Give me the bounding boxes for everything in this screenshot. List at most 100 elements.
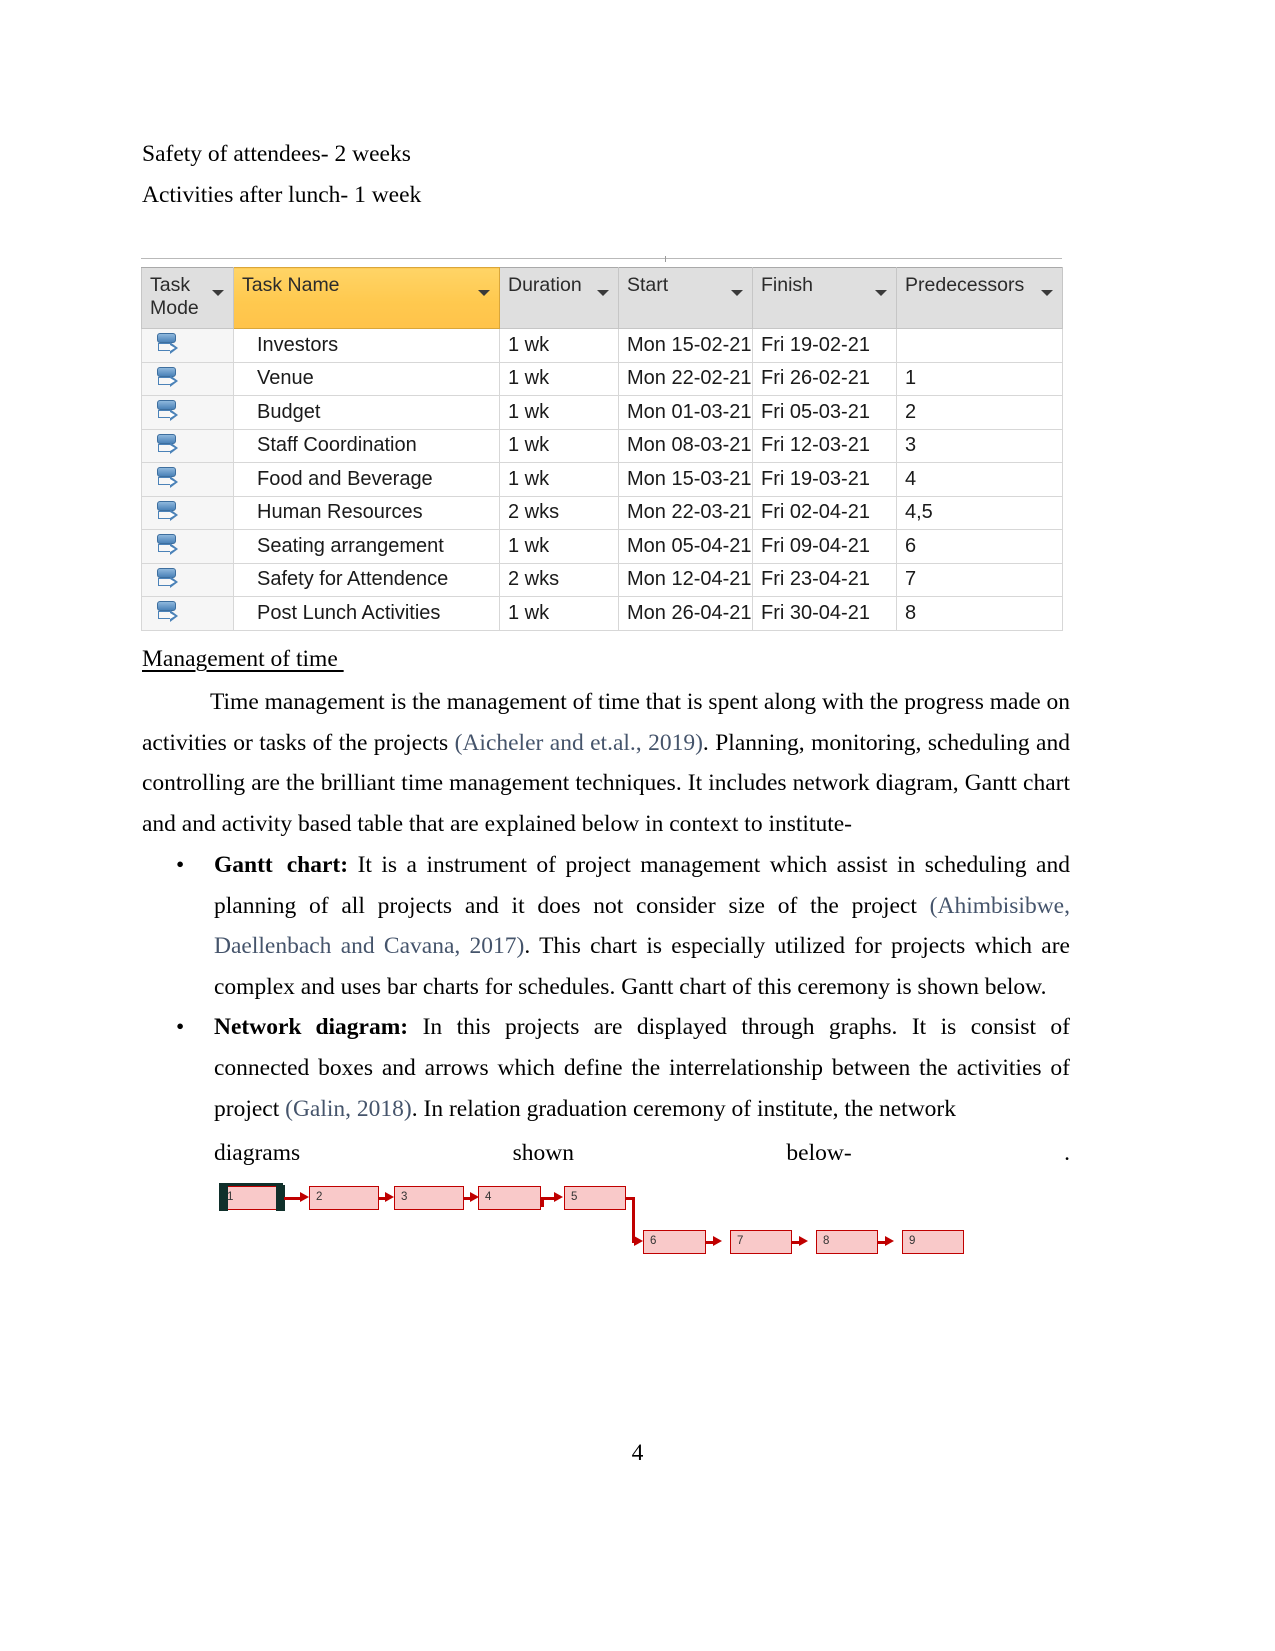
cell-start[interactable]: Mon 01-03-21 [618,395,753,430]
arrowhead-7-8-icon [799,1236,808,1246]
table-row[interactable]: Food and Beverage 1 wk Mon 15-03-21 Fri 19-… [141,462,1063,497]
network-node-6[interactable]: 6 [643,1230,706,1254]
network-node-7[interactable]: 7 [730,1230,792,1254]
cell-task-mode[interactable] [141,395,234,430]
cell-duration[interactable]: 1 wk [499,361,619,396]
cell-start[interactable]: Mon 12-04-21 [618,562,753,597]
cell-task-name[interactable]: Venue [233,361,500,396]
cell-predecessors[interactable]: 1 [896,361,1063,396]
column-header-duration[interactable]: Duration [499,267,619,329]
selection-handle-left-icon[interactable] [219,1185,228,1211]
manually-scheduled-icon[interactable] [155,366,181,392]
cell-task-name[interactable]: Budget [233,395,500,430]
table-row[interactable]: Post Lunch Activities 1 wk Mon 26-04-21 Fri… [141,596,1063,631]
cell-task-name[interactable]: Investors [233,328,500,363]
network-node-4[interactable]: 4 [478,1186,541,1210]
cell-predecessors[interactable] [896,328,1063,363]
cell-predecessors[interactable]: 6 [896,529,1063,564]
manually-scheduled-icon[interactable] [155,332,181,358]
cell-start[interactable]: Mon 26-04-21 [618,596,753,631]
cell-duration[interactable]: 1 wk [499,328,619,363]
filter-arrow-icon[interactable] [731,290,743,296]
cell-duration[interactable]: 2 wks [499,495,619,530]
table-row[interactable]: Budget 1 wk Mon 01-03-21 Fri 05-03-21 2 [141,395,1063,430]
filter-arrow-icon[interactable] [478,290,490,296]
cell-start[interactable]: Mon 05-04-21 [618,529,753,564]
cell-duration[interactable]: 1 wk [499,428,619,463]
filter-arrow-icon[interactable] [597,290,609,296]
cell-duration[interactable]: 1 wk [499,395,619,430]
cell-task-mode[interactable] [141,596,234,631]
table-row[interactable]: Safety for Attendence 2 wks Mon 12-04-21 Fr… [141,562,1063,597]
table-row[interactable]: Investors 1 wk Mon 15-02-21 Fri 19-02-21 [141,328,1063,363]
network-node-8[interactable]: 8 [816,1230,878,1254]
cell-task-mode[interactable] [141,428,234,463]
filter-arrow-icon[interactable] [212,290,224,296]
manually-scheduled-icon[interactable] [155,433,181,459]
cell-predecessors[interactable]: 2 [896,395,1063,430]
column-header-task-name[interactable]: Task Name [233,267,500,329]
network-node-9-label: 9 [909,1235,916,1247]
cell-predecessors[interactable]: 4,5 [896,495,1063,530]
cell-duration[interactable]: 1 wk [499,596,619,631]
manually-scheduled-icon[interactable] [155,600,181,626]
column-header-task-mode[interactable]: Task Mode [141,267,234,329]
cell-duration[interactable]: 2 wks [499,562,619,597]
table-row[interactable]: Human Resources 2 wks Mon 22-03-21 Fri 02-0… [141,495,1063,530]
manually-scheduled-icon[interactable] [155,466,181,492]
cell-finish[interactable]: Fri 30-04-21 [752,596,897,631]
cell-predecessors[interactable]: 7 [896,562,1063,597]
column-header-start[interactable]: Start [618,267,753,329]
manually-scheduled-icon[interactable] [155,533,181,559]
cell-task-name[interactable]: Human Resources [233,495,500,530]
manually-scheduled-icon[interactable] [155,399,181,425]
cell-finish[interactable]: Fri 09-04-21 [752,529,897,564]
manually-scheduled-icon[interactable] [155,500,181,526]
cell-task-mode[interactable] [141,495,234,530]
cell-task-mode[interactable] [141,562,234,597]
manually-scheduled-icon[interactable] [155,567,181,593]
cell-task-name[interactable]: Post Lunch Activities [233,596,500,631]
cell-start[interactable]: Mon 22-03-21 [618,495,753,530]
table-row[interactable]: Venue 1 wk Mon 22-02-21 Fri 26-02-21 1 [141,361,1063,396]
cell-start[interactable]: Mon 15-02-21 [618,328,753,363]
cell-finish[interactable]: Fri 12-03-21 [752,428,897,463]
arrowhead-4-5-icon [554,1192,563,1202]
filter-arrow-icon[interactable] [875,290,887,296]
cell-duration[interactable]: 1 wk [499,462,619,497]
column-header-predecessors[interactable]: Predecessors [896,267,1063,329]
network-node-1[interactable]: 1 [219,1183,285,1211]
filter-arrow-icon[interactable] [1041,290,1053,296]
cell-task-name[interactable]: Food and Beverage [233,462,500,497]
cell-predecessors[interactable]: 4 [896,462,1063,497]
network-node-5[interactable]: 5 [564,1186,626,1210]
cell-start[interactable]: Mon 15-03-21 [618,462,753,497]
cell-task-name[interactable]: Staff Coordination [233,428,500,463]
table-row[interactable]: Staff Coordination 1 wk Mon 08-03-21 Fri 12… [141,428,1063,463]
cell-finish[interactable]: Fri 05-03-21 [752,395,897,430]
network-node-3[interactable]: 3 [394,1186,464,1210]
network-node-2[interactable]: 2 [309,1186,379,1210]
cell-duration[interactable]: 1 wk [499,529,619,564]
network-node-8-label: 8 [823,1235,830,1247]
cell-task-name[interactable]: Seating arrangement [233,529,500,564]
column-header-finish[interactable]: Finish [752,267,897,329]
cell-start[interactable]: Mon 22-02-21 [618,361,753,396]
cell-finish[interactable]: Fri 19-02-21 [752,328,897,363]
cell-finish[interactable]: Fri 26-02-21 [752,361,897,396]
arrowhead-5-6-icon [634,1236,643,1246]
cell-finish[interactable]: Fri 02-04-21 [752,495,897,530]
cell-start[interactable]: Mon 08-03-21 [618,428,753,463]
intro-line-safety: Safety of attendees- 2 weeks [142,141,411,167]
cell-predecessors[interactable]: 3 [896,428,1063,463]
table-row[interactable]: Seating arrangement 1 wk Mon 05-04-21 Fri 0… [141,529,1063,564]
cell-task-mode[interactable] [141,529,234,564]
cell-finish[interactable]: Fri 23-04-21 [752,562,897,597]
cell-task-name[interactable]: Safety for Attendence [233,562,500,597]
network-node-9[interactable]: 9 [902,1230,964,1254]
cell-task-mode[interactable] [141,462,234,497]
cell-predecessors[interactable]: 8 [896,596,1063,631]
cell-task-mode[interactable] [141,328,234,363]
cell-task-mode[interactable] [141,361,234,396]
cell-finish[interactable]: Fri 19-03-21 [752,462,897,497]
